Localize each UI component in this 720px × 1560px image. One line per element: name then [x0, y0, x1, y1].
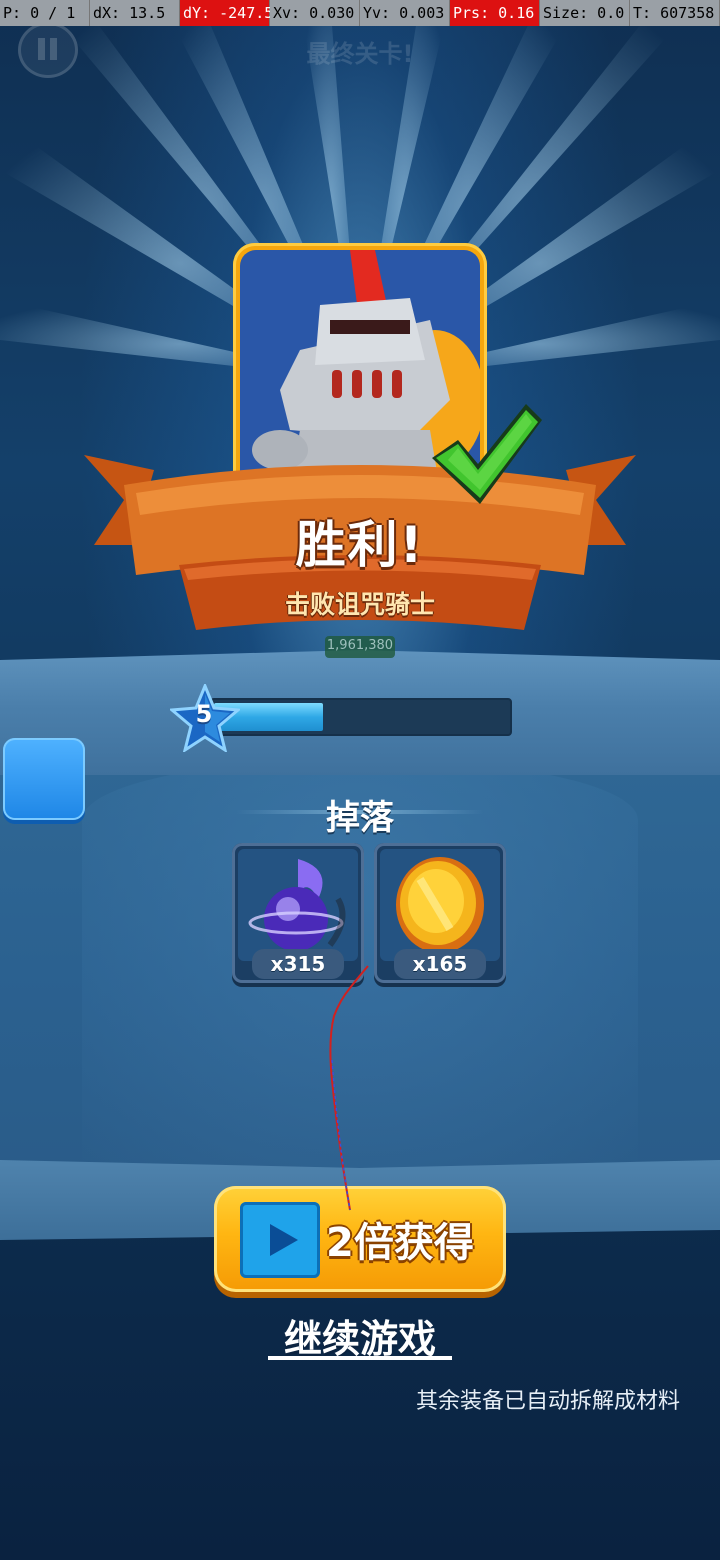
- continue-underline: [268, 1356, 452, 1360]
- debug-dx: dX: 13.5: [90, 0, 180, 26]
- level-title: 最终关卡!: [306, 40, 414, 68]
- debug-yv: Yv: 0.003: [360, 0, 450, 26]
- debug-dy: dY: -247.5: [180, 0, 273, 26]
- pause-button[interactable]: [18, 22, 78, 78]
- check-icon: [432, 404, 542, 504]
- debug-pointer: P: 0 / 1: [0, 0, 90, 26]
- player-level: 5: [195, 700, 213, 728]
- continue-button[interactable]: 继续游戏: [0, 1308, 720, 1363]
- debug-overlay: P: 0 / 1 dX: 13.5 dY: -247.5 Xv: 0.030 Y…: [0, 0, 720, 26]
- debug-size: Size: 0.0: [540, 0, 630, 26]
- boss-defeated-subtitle: 击败诅咒骑士: [284, 590, 435, 619]
- auto-dismantle-note: 其余装备已自动拆解成材料: [415, 1389, 680, 1414]
- touch-trace: [329, 965, 369, 1211]
- drops-title: 掉落: [326, 798, 394, 838]
- video-icon: [240, 1202, 320, 1278]
- gold-coin-icon: [396, 857, 484, 953]
- debug-time: T: 607358: [630, 0, 720, 26]
- debug-xv: Xv: 0.030: [270, 0, 360, 26]
- debug-prs: Prs: 0.16: [450, 0, 540, 26]
- soul-orb-icon: [248, 859, 346, 951]
- drop-item-gold-coin[interactable]: x165: [374, 843, 506, 983]
- drop-qty: x165: [394, 949, 486, 979]
- victory-title: 胜利!: [295, 516, 425, 574]
- xp-progress-bar: [210, 698, 512, 736]
